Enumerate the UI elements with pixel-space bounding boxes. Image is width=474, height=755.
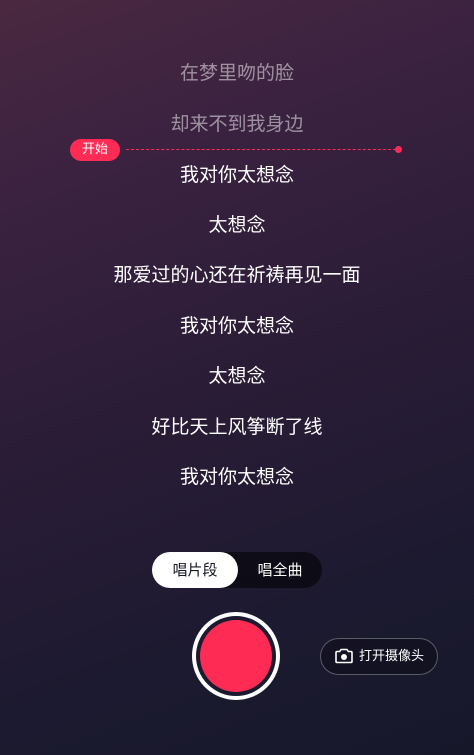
start-marker-line (126, 149, 396, 150)
lyric-line[interactable]: 我对你太想念 (0, 301, 474, 351)
lyric-line[interactable]: 太想念 (0, 200, 474, 250)
record-circle-icon (200, 620, 272, 692)
mode-option-segment[interactable]: 唱片段 (152, 552, 238, 588)
lyric-line[interactable]: 在梦里吻的脸 (0, 48, 474, 98)
open-camera-label: 打开摄像头 (359, 649, 425, 664)
start-marker[interactable]: 开始 (70, 139, 402, 161)
start-marker-handle[interactable] (395, 146, 402, 153)
lyric-line[interactable]: 好比天上风筝断了线 (0, 402, 474, 452)
camera-icon (335, 648, 353, 664)
lyric-line[interactable]: 那爱过的心还在祈祷再见一面 (0, 250, 474, 300)
lyric-line[interactable]: 太想念 (0, 351, 474, 401)
record-button[interactable] (192, 612, 280, 700)
start-badge[interactable]: 开始 (70, 139, 121, 161)
lyric-line[interactable]: 我对你太想念 (0, 452, 474, 502)
mode-toggle[interactable]: 唱片段 唱全曲 (152, 552, 322, 588)
open-camera-button[interactable]: 打开摄像头 (320, 638, 438, 675)
lyrics-selection-screen: 在梦里吻的脸 却来不到我身边 我对你太想念 太想念 那爱过的心还在祈祷再见一面 … (0, 0, 474, 755)
mode-option-full-song[interactable]: 唱全曲 (238, 552, 322, 588)
